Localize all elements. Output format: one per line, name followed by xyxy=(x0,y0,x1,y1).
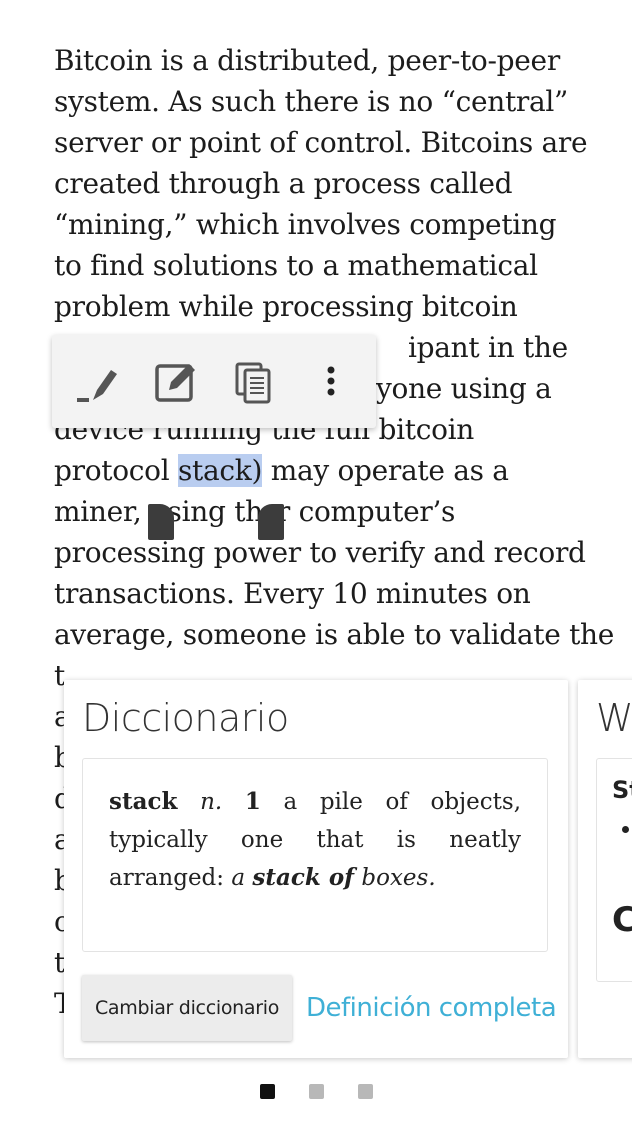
text-line: server or point of control. Bitcoins are xyxy=(54,126,588,159)
selection-start-handle[interactable] xyxy=(148,504,174,540)
dictionary-card: Diccionario stack n. 1 a pile of objects… xyxy=(64,680,568,1058)
text-line: to find solutions to a mathematical xyxy=(54,249,538,282)
highlight-button[interactable] xyxy=(71,356,123,408)
text-line: processing power to verify and record xyxy=(54,536,586,569)
definition-box: stack n. 1 a pile of objects, typically … xyxy=(82,758,548,952)
text-line: Bitcoin is a distributed, peer-to-peer xyxy=(54,44,560,77)
add-note-button[interactable] xyxy=(149,356,201,408)
copy-icon xyxy=(227,356,279,408)
page-dot[interactable] xyxy=(357,1084,373,1099)
sense-number: 1 xyxy=(244,788,261,815)
next-lookup-card[interactable]: W St C xyxy=(578,680,632,1058)
dictionary-actions: Cambiar diccionario Definición completa xyxy=(82,973,562,1043)
example-rest: boxes. xyxy=(361,865,436,891)
selected-word[interactable]: stack) xyxy=(177,454,262,487)
page-dot[interactable] xyxy=(308,1084,324,1099)
example-emphasis: stack of xyxy=(252,864,355,891)
text-line: transactions. Every 10 minutes on xyxy=(54,577,531,610)
text-line: “mining,” which involves competing xyxy=(54,208,557,241)
text-fragment: may operate as a xyxy=(270,454,509,487)
copy-button[interactable] xyxy=(227,356,279,408)
text-fragment: sing th xyxy=(167,495,264,528)
full-definition-link[interactable]: Definición completa xyxy=(306,993,557,1023)
selection-end-handle[interactable] xyxy=(258,504,284,540)
more-vert-icon xyxy=(305,356,357,408)
text-line: problem while processing bitcoin xyxy=(54,290,518,323)
next-card-heading: St xyxy=(612,776,632,804)
text-fragment: yone using a xyxy=(376,372,552,405)
page-indicator xyxy=(0,1084,632,1099)
text-fragment: ipant in the xyxy=(408,331,568,364)
next-card-title: W xyxy=(596,696,632,740)
more-options-button[interactable] xyxy=(305,356,357,408)
example-prefix: a xyxy=(231,865,246,891)
part-of-speech: n. xyxy=(200,789,223,815)
text-line: system. As such there is no “central” xyxy=(54,85,569,118)
dictionary-title: Diccionario xyxy=(82,696,289,740)
text-fragment: miner, xyxy=(54,495,142,528)
text-fragment: protocol xyxy=(54,454,178,487)
page-dot-active[interactable] xyxy=(259,1084,275,1099)
bullet-icon xyxy=(622,826,629,833)
highlight-icon xyxy=(71,356,123,408)
text-fragment: r computer’s xyxy=(276,495,456,528)
text-line: protocol stack) may operate as a xyxy=(54,450,594,491)
text-line: miner, sing th r computer’s xyxy=(54,491,594,532)
edit-note-icon xyxy=(149,356,201,408)
change-dictionary-button[interactable]: Cambiar diccionario xyxy=(82,975,292,1041)
text-line: created through a process called xyxy=(54,167,513,200)
next-card-text: C xyxy=(612,900,632,940)
selection-toolbar xyxy=(52,335,376,428)
headword: stack xyxy=(109,788,178,815)
text-line: average, someone is able to validate the xyxy=(54,618,615,651)
